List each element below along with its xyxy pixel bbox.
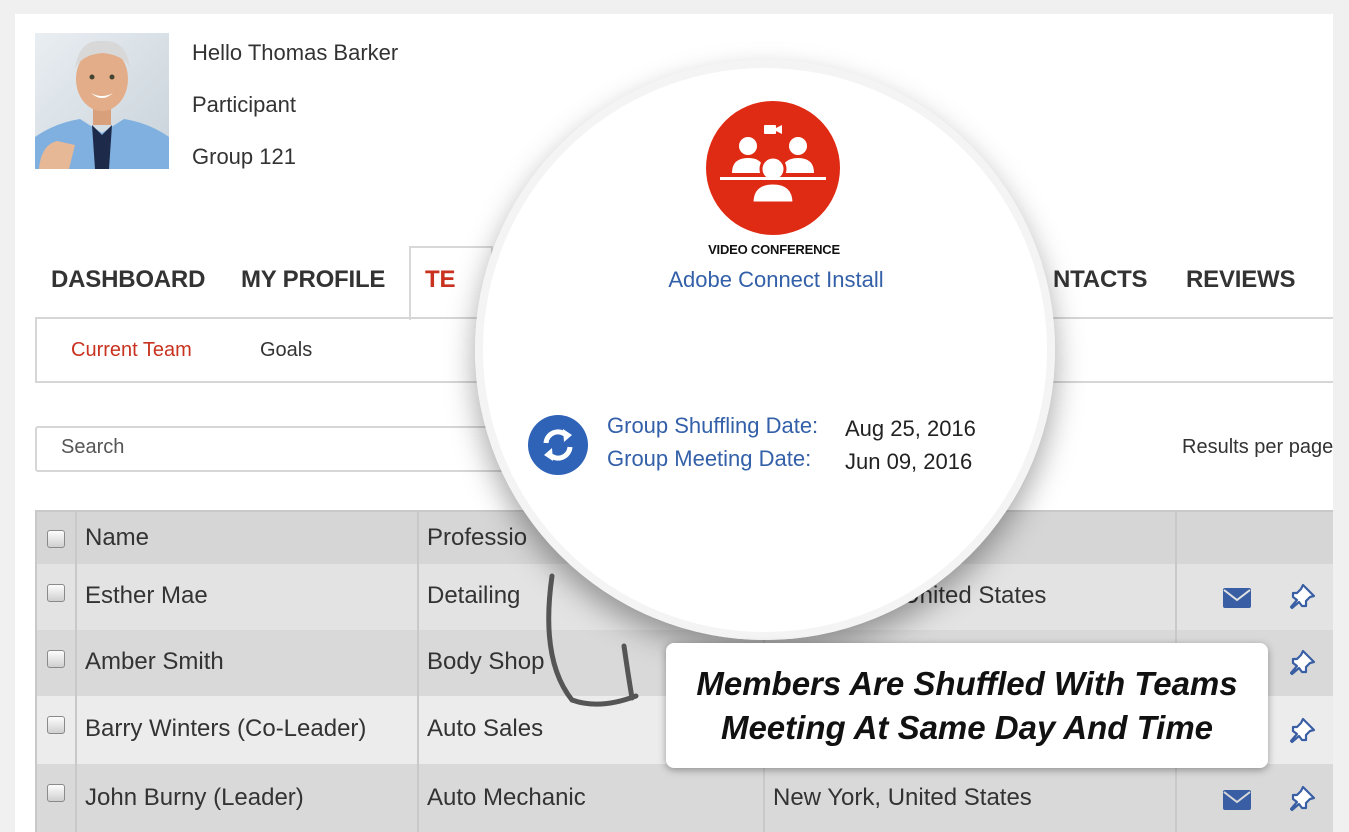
search-box — [35, 426, 519, 472]
thumbtack-icon[interactable] — [1287, 716, 1317, 744]
row-checkbox[interactable] — [47, 650, 65, 668]
meeting-date-label: Group Meeting Date: — [607, 446, 812, 471]
callout-box: Members Are Shuffled With Teams Meeting … — [666, 643, 1268, 768]
video-conference-label: VIDEO CONFERENCE — [708, 242, 840, 257]
tab-team[interactable]: TE — [425, 266, 455, 294]
member-profession: Body Shop — [427, 648, 545, 675]
member-profession: Auto Mechanic — [427, 784, 586, 811]
profession-cell: Auto Mechanic — [417, 764, 763, 832]
tab-my-profile[interactable]: MY PROFILE — [241, 266, 385, 294]
results-per-page-label: Results per page — [1182, 436, 1333, 458]
member-name[interactable]: Barry Winters (Co-Leader) — [85, 715, 366, 743]
member-profession: Auto Sales — [427, 715, 544, 742]
row-checkbox[interactable] — [47, 716, 65, 734]
subnav-goals[interactable]: Goals — [260, 339, 312, 362]
meeting-date-value: Jun 09, 2016 — [845, 449, 973, 474]
select-all-checkbox[interactable] — [47, 530, 65, 548]
callout-line-2: Meeting At Same Day And Time — [720, 709, 1214, 746]
member-location: New York, United States — [773, 784, 1032, 811]
thumbtack-icon[interactable] — [1287, 582, 1317, 610]
location-cell: New York, United States — [763, 764, 1175, 832]
avatar — [35, 33, 169, 169]
shuffle-icon — [528, 415, 588, 475]
user-greeting: Hello Thomas Barker — [192, 40, 399, 65]
envelope-icon[interactable] — [1223, 790, 1251, 810]
actions-cell — [1175, 564, 1333, 630]
callout-line-1: Members Are Shuffled With Teams — [696, 665, 1238, 702]
member-name[interactable]: John Burny (Leader) — [85, 784, 304, 812]
video-conference-icon[interactable] — [706, 101, 840, 235]
member-profession: Detailing — [427, 582, 521, 609]
subnav-current-team[interactable]: Current Team — [71, 339, 192, 362]
thumbtack-icon[interactable] — [1287, 784, 1317, 812]
adobe-connect-link[interactable]: Adobe Connect Install — [640, 267, 912, 293]
envelope-icon[interactable] — [1223, 588, 1251, 608]
header-name-cell[interactable]: Name — [75, 512, 417, 564]
user-role: Participant — [192, 92, 296, 117]
shuffling-date-value: Aug 25, 2016 — [845, 416, 976, 441]
name-cell: John Burny (Leader) — [75, 764, 417, 832]
tab-reviews[interactable]: REVIEWS — [1186, 266, 1295, 294]
table-row: John Burny (Leader) Auto Mechanic New Yo… — [35, 764, 1333, 832]
member-name[interactable]: Esther Mae — [85, 582, 208, 610]
header-actions-cell — [1175, 512, 1333, 564]
header-name: Name — [85, 524, 150, 551]
name-cell: Barry Winters (Co-Leader) — [75, 696, 417, 764]
row-checkbox[interactable] — [47, 784, 65, 802]
thumbtack-icon[interactable] — [1287, 648, 1317, 676]
name-cell: Esther Mae — [75, 564, 417, 630]
header-profession: Professio — [427, 524, 528, 551]
member-name[interactable]: Amber Smith — [85, 648, 224, 676]
actions-cell — [1175, 764, 1333, 832]
tab-dashboard[interactable]: DASHBOARD — [51, 266, 205, 294]
row-checkbox[interactable] — [47, 584, 65, 602]
name-cell: Amber Smith — [75, 630, 417, 696]
tab-contacts[interactable]: NTACTS — [1053, 266, 1148, 294]
curved-arrow-icon — [546, 573, 639, 707]
shuffling-date-label: Group Shuffling Date: — [607, 413, 819, 438]
search-input[interactable] — [37, 428, 501, 466]
user-group: Group 121 — [192, 144, 296, 169]
